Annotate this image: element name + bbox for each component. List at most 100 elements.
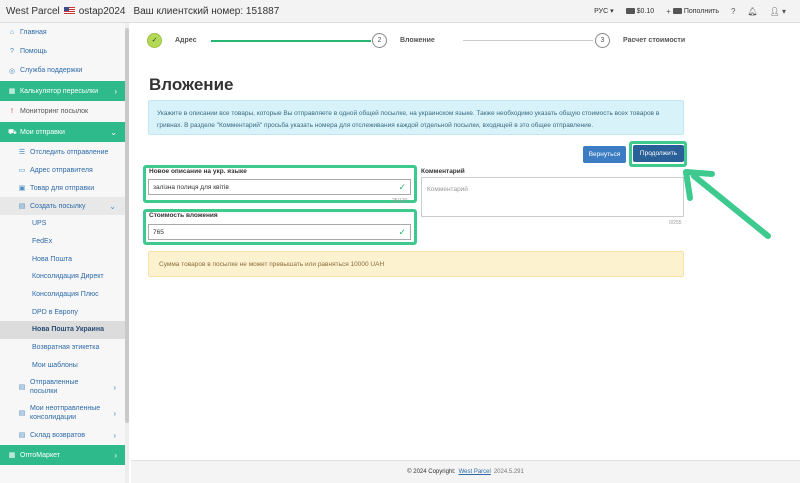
sidebar-item-calculator[interactable]: ▦ Калькулятор пересылки › bbox=[0, 81, 125, 101]
check-icon: ✓ bbox=[398, 226, 406, 237]
language-label: РУС bbox=[594, 8, 609, 15]
balance-value: $0.10 bbox=[636, 7, 655, 15]
cart-icon: ▦ bbox=[8, 452, 16, 460]
us-flag-icon bbox=[63, 7, 75, 15]
sidebar-item-sent-parcels[interactable]: ▤ Отправленные посылки › bbox=[0, 374, 125, 400]
support-icon: ◎ bbox=[8, 67, 16, 75]
language-dropdown[interactable]: РУС ▾ bbox=[594, 7, 614, 15]
check-icon: ✓ bbox=[398, 181, 406, 192]
sidebar-item-track[interactable]: ☰ Отследить отправление bbox=[0, 143, 125, 161]
sidebar-item-ups[interactable]: UPS bbox=[0, 215, 125, 233]
sidebar-item-goods[interactable]: ▣ Товар для отправки bbox=[0, 179, 125, 197]
truck-icon: ⛟ bbox=[8, 128, 17, 136]
annotation-arrow-icon bbox=[683, 169, 771, 239]
sidebar-item-optomarket[interactable]: ▦ ОптоМаркет › bbox=[0, 445, 125, 466]
sidebar-item-label: Отследить отправление bbox=[30, 148, 109, 156]
package-icon: ▤ bbox=[18, 409, 26, 417]
step-line bbox=[463, 40, 593, 41]
scrollbar-thumb[interactable] bbox=[125, 28, 129, 423]
sidebar-item-label: Консолидация Плюс bbox=[32, 291, 99, 299]
sidebar-item-label: DPD в Европу bbox=[32, 308, 78, 316]
warning-alert: Сумма товаров в посылке не может превыша… bbox=[148, 251, 684, 277]
sidebar-item-label: Возвратная этикетка bbox=[32, 344, 100, 352]
chevron-right-icon: › bbox=[113, 382, 116, 392]
sidebar-item-label: UPS bbox=[32, 220, 47, 228]
sidebar-item-label: Консолидация Директ bbox=[32, 273, 104, 281]
footer-version: 2024.5.291 bbox=[493, 469, 524, 475]
sidebar-item-label: ОптоМаркет bbox=[20, 451, 60, 459]
address-icon: ▭ bbox=[18, 167, 26, 174]
step-2-circle[interactable]: 2 bbox=[372, 33, 387, 48]
sidebar-item-label: FedEx bbox=[32, 238, 53, 246]
back-button[interactable]: Вернуться bbox=[583, 146, 626, 163]
sidebar-item-fedex[interactable]: FedEx bbox=[0, 233, 125, 251]
footer-link[interactable]: West Parcel bbox=[459, 469, 491, 475]
continue-button[interactable]: Продолжить bbox=[633, 145, 684, 162]
step-1-circle[interactable]: ✓ bbox=[147, 33, 162, 48]
page-title: Вложение bbox=[149, 75, 234, 94]
sidebar-item-label: Мои шаблоны bbox=[32, 361, 78, 369]
info-alert: Укажите в описании все товары, которые В… bbox=[148, 100, 684, 135]
sidebar-item-create-parcel[interactable]: ▤ Создать посылку ⌄ bbox=[0, 197, 125, 215]
comment-label: Комментарий bbox=[421, 168, 465, 175]
chevron-right-icon: › bbox=[113, 408, 116, 418]
sidebar-item-consolidation-plus[interactable]: Консолидация Плюс bbox=[0, 286, 125, 304]
chevron-right-icon: › bbox=[114, 86, 117, 96]
help-icon[interactable]: ? bbox=[731, 7, 735, 16]
footer-copyright: © 2024 Copyright: bbox=[407, 469, 456, 475]
client-number: Ваш клиентский номер: 151887 bbox=[133, 5, 280, 17]
top-bar: West Parcel ostap2024 Ваш клиентский ном… bbox=[0, 0, 800, 23]
sidebar-item-my-shipments[interactable]: ⛟ Мои отправки ⌄ bbox=[0, 122, 125, 142]
sidebar-item-label: Служба поддержки bbox=[20, 67, 83, 74]
step-3-circle[interactable]: 3 bbox=[595, 33, 610, 48]
sidebar-item-sender-address[interactable]: ▭ Адрес отправителя bbox=[0, 161, 125, 179]
sidebar-item-home[interactable]: ⌂ Главная bbox=[0, 23, 125, 42]
chevron-down-icon: ⌄ bbox=[110, 127, 117, 137]
brand[interactable]: West Parcel ostap2024 bbox=[0, 6, 125, 17]
sidebar-item-returns-warehouse[interactable]: ▤ Склад возвратов › bbox=[0, 426, 125, 444]
sidebar-item-templates[interactable]: Мои шаблоны bbox=[0, 357, 125, 375]
description-counter: 25/120 bbox=[392, 198, 408, 204]
cost-value: 765 bbox=[153, 228, 164, 236]
comment-textarea[interactable]: Комментарий bbox=[421, 177, 684, 217]
sidebar-item-return-label[interactable]: Возвратная этикетка bbox=[0, 339, 125, 357]
step-1-label: Адрес bbox=[175, 37, 197, 44]
sidebar-item-nova-poshta[interactable]: Нова Пошта bbox=[0, 250, 125, 268]
description-label: Новое описание на укр. языке bbox=[149, 168, 247, 175]
brand-name: West Parcel bbox=[6, 5, 60, 17]
step-2-label: Вложение bbox=[400, 37, 435, 44]
step-3-label: Расчет стоимости bbox=[623, 37, 686, 44]
username: ostap2024 bbox=[78, 5, 126, 17]
topup-label: Пополнить bbox=[683, 7, 719, 15]
cost-input[interactable]: 765 ✓ bbox=[148, 224, 411, 240]
sidebar-item-monitoring[interactable]: ! Мониторинг посылок bbox=[0, 102, 125, 121]
sidebar-item-help[interactable]: ? Помощь bbox=[0, 42, 125, 61]
home-icon: ⌂ bbox=[9, 29, 15, 36]
description-input[interactable]: залізна полиця для квітів ✓ bbox=[148, 179, 411, 195]
description-value: залізна полиця для квітів bbox=[153, 183, 229, 191]
sidebar-item-support[interactable]: ◎ Служба поддержки bbox=[0, 61, 125, 80]
sidebar-item-label: Мониторинг посылок bbox=[20, 108, 89, 115]
step-line bbox=[211, 40, 371, 42]
chevron-right-icon: › bbox=[113, 430, 116, 440]
sidebar-item-consolidation-direct[interactable]: Консолидация Директ bbox=[0, 268, 125, 286]
sidebar-item-nova-poshta-ukraine[interactable]: Нова Пошта Украина bbox=[0, 321, 125, 339]
sidebar-item-label: Склад возвратов bbox=[30, 431, 85, 439]
sidebar-item-dpd-europe[interactable]: DPD в Европу bbox=[0, 303, 125, 321]
plus-icon: + bbox=[666, 6, 671, 16]
bell-icon[interactable]: 🔔︎ bbox=[747, 7, 757, 16]
chevron-down-icon: ⌄ bbox=[109, 201, 116, 211]
box-icon: ▣ bbox=[18, 185, 26, 192]
package-icon: ▤ bbox=[18, 383, 26, 391]
list-icon: ☰ bbox=[18, 149, 26, 156]
sidebar-item-label: Нова Пошта Украина bbox=[32, 326, 104, 334]
topup-button[interactable]: + Пополнить bbox=[666, 7, 719, 16]
sidebar-item-unsent-consolidations[interactable]: ▤ Мои неотправленные консолидации › bbox=[0, 400, 125, 426]
sidebar-scrollbar[interactable] bbox=[125, 23, 129, 483]
sidebar-item-label: Нова Пошта bbox=[32, 255, 72, 263]
top-bar-actions: РУС ▾ $0.10 + Пополнить ? 🔔︎ 👤︎ ▾ bbox=[594, 7, 800, 16]
sidebar-item-label: Отправленные посылки bbox=[30, 379, 79, 396]
balance[interactable]: $0.10 bbox=[625, 7, 655, 15]
user-icon[interactable]: 👤︎ ▾ bbox=[770, 7, 786, 16]
cost-label: Стоимость вложения bbox=[149, 212, 218, 219]
